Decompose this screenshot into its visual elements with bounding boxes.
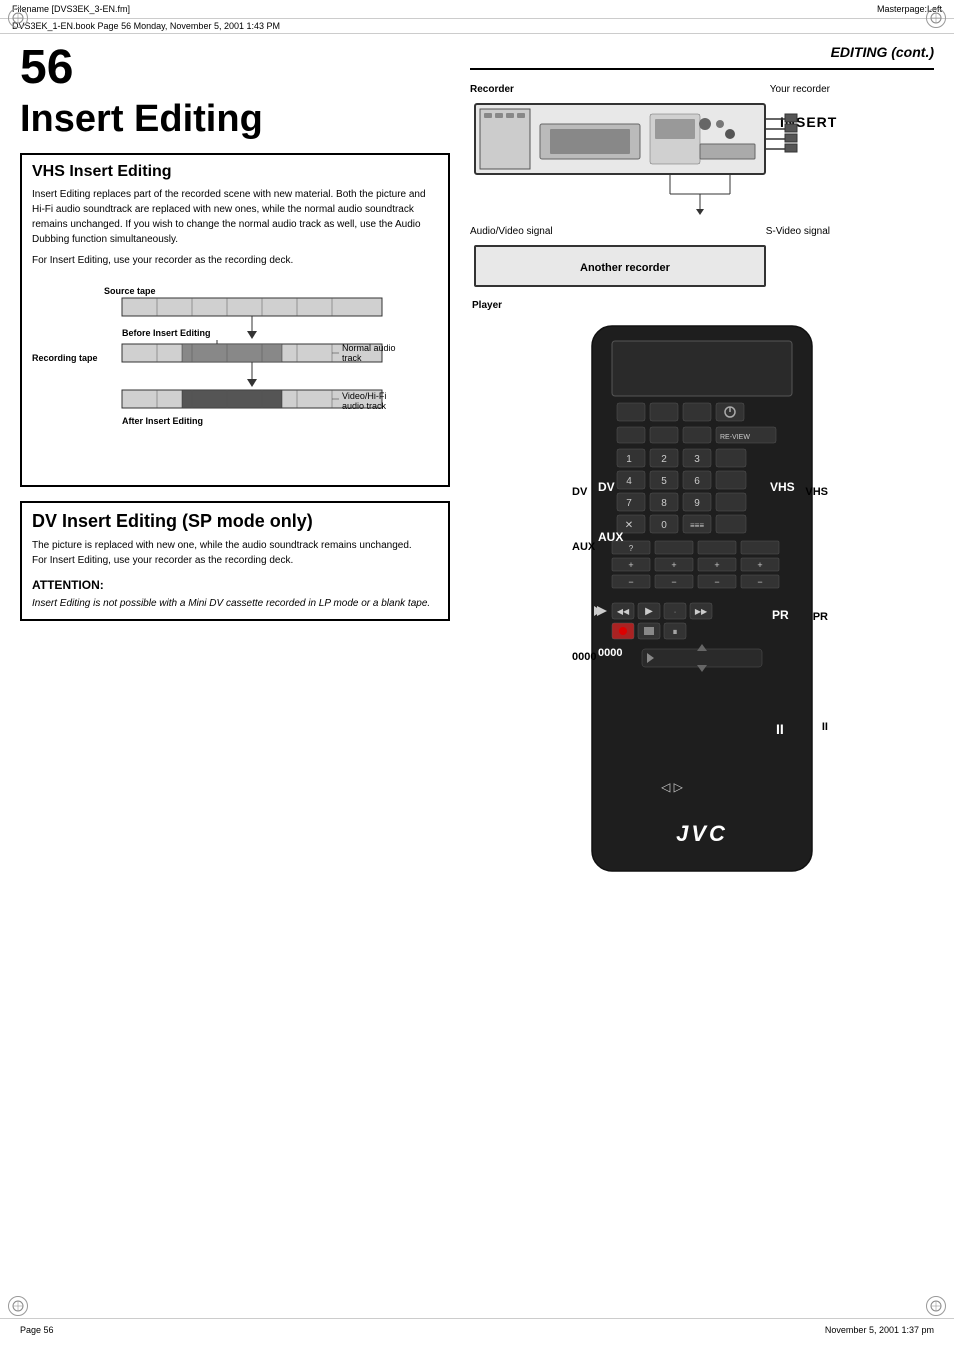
footer: Page 56 November 5, 2001 1:37 pm bbox=[0, 1318, 954, 1341]
vhs-section-body: Insert Editing replaces part of the reco… bbox=[32, 187, 438, 268]
sub-header: DVS3EK_1-EN.book Page 56 Monday, Novembe… bbox=[0, 19, 954, 34]
svg-text:Normal audio: Normal audio bbox=[342, 343, 396, 353]
svg-text:1: 1 bbox=[626, 454, 632, 465]
page-title: Insert Editing bbox=[20, 98, 450, 141]
attention-title: ATTENTION: bbox=[32, 576, 438, 594]
remote-area: DV VHS AUX PR 0000 II bbox=[470, 321, 934, 884]
recorder-label: Recorder bbox=[470, 84, 514, 95]
svg-text:−: − bbox=[757, 577, 762, 587]
svg-text:audio track: audio track bbox=[342, 401, 387, 411]
svg-text:Source tape: Source tape bbox=[104, 286, 156, 296]
reg-mark-bl bbox=[8, 1296, 28, 1316]
svg-text:−: − bbox=[671, 577, 676, 587]
reg-mark-br bbox=[926, 1296, 946, 1316]
svg-text:0000: 0000 bbox=[598, 647, 622, 659]
ii-label: II bbox=[822, 721, 828, 733]
recorder-box: INSERT bbox=[470, 99, 860, 222]
signal-labels: Audio/Video signal S-Video signal bbox=[470, 226, 830, 237]
remote-container: DV VHS AUX PR 0000 II bbox=[572, 321, 832, 884]
vhs-label: VHS bbox=[805, 486, 828, 498]
svg-text:RE-VIEW: RE-VIEW bbox=[720, 434, 750, 441]
svg-text:PR: PR bbox=[772, 608, 789, 622]
svg-text:5: 5 bbox=[661, 476, 667, 487]
attention-body: Insert Editing is not possible with a Mi… bbox=[32, 597, 438, 611]
tape-diagram: Source tape Recording tape bbox=[32, 276, 438, 469]
svg-text:7: 7 bbox=[626, 498, 632, 509]
svg-text:?: ? bbox=[629, 544, 634, 553]
header-bar: Filename [DVS3EK_3-EN.fm] Masterpage:Lef… bbox=[0, 0, 954, 19]
dv-section-box: DV Insert Editing (SP mode only) The pic… bbox=[20, 501, 450, 621]
right-column: EDITING (cont.) Recorder Your recorder bbox=[470, 44, 934, 884]
svg-text:After Insert Editing: After Insert Editing bbox=[122, 416, 203, 426]
page-container: 56 Insert Editing VHS Insert Editing Ins… bbox=[0, 34, 954, 894]
svg-text:+: + bbox=[757, 560, 762, 570]
your-recorder-label: Your recorder bbox=[770, 84, 830, 95]
editing-cont-header: EDITING (cont.) bbox=[470, 44, 934, 64]
svg-text:2: 2 bbox=[661, 454, 667, 465]
pr-label: PR bbox=[813, 611, 828, 623]
svg-text:▶: ▶ bbox=[645, 606, 653, 617]
audio-video-signal-label: Audio/Video signal bbox=[470, 226, 553, 237]
aux-label: AUX bbox=[572, 541, 595, 553]
dv-section-title: DV Insert Editing (SP mode only) bbox=[32, 511, 438, 532]
reg-mark-tr bbox=[926, 8, 946, 28]
svg-text:II: II bbox=[776, 721, 784, 737]
svg-text:▶▶: ▶▶ bbox=[695, 607, 708, 616]
vhs-section-box: VHS Insert Editing Insert Editing replac… bbox=[20, 153, 450, 487]
page-number: 56 bbox=[20, 44, 73, 92]
svg-text:VHS: VHS bbox=[770, 480, 795, 494]
book-ref-label: DVS3EK_1-EN.book Page 56 Monday, Novembe… bbox=[12, 21, 280, 31]
svg-text:Video/Hi-Fi: Video/Hi-Fi bbox=[342, 391, 386, 401]
footer-page-label: Page 56 bbox=[20, 1325, 54, 1335]
svg-text:Before Insert Editing: Before Insert Editing bbox=[122, 328, 211, 338]
svg-text:Recording tape: Recording tape bbox=[32, 353, 98, 363]
dv-label: DV bbox=[572, 486, 587, 498]
svg-text:+: + bbox=[628, 560, 633, 570]
svg-text:◀◀: ◀◀ bbox=[617, 607, 630, 616]
left-column: 56 Insert Editing VHS Insert Editing Ins… bbox=[20, 44, 450, 884]
svg-text:≡≡≡: ≡≡≡ bbox=[690, 521, 704, 530]
header-divider bbox=[470, 68, 934, 70]
filename-label: Filename [DVS3EK_3-EN.fm] bbox=[12, 4, 130, 14]
svg-text:8: 8 bbox=[661, 498, 667, 509]
player-area: Another recorder bbox=[470, 241, 860, 304]
svg-text:6: 6 bbox=[694, 476, 700, 487]
footer-timestamp: November 5, 2001 1:37 pm bbox=[825, 1325, 934, 1335]
svg-text:0: 0 bbox=[661, 520, 667, 531]
reg-mark-tl bbox=[8, 8, 28, 28]
svg-text:◁ ▷: ◁ ▷ bbox=[661, 780, 684, 794]
svg-text:−: − bbox=[714, 577, 719, 587]
svg-text:DV: DV bbox=[598, 480, 615, 494]
diagram-area: Recorder Your recorder bbox=[470, 74, 934, 311]
zero-label: 0000 bbox=[572, 651, 596, 663]
svg-text:Another recorder: Another recorder bbox=[580, 262, 671, 274]
svg-text:+: + bbox=[671, 560, 676, 570]
svg-text:9: 9 bbox=[694, 498, 700, 509]
svg-text:⏸: ⏸ bbox=[673, 627, 678, 638]
svg-text:✕: ✕ bbox=[625, 520, 633, 531]
svg-text:−: − bbox=[628, 577, 633, 587]
svg-text:+: + bbox=[714, 560, 719, 570]
vhs-section-title: VHS Insert Editing bbox=[32, 163, 438, 181]
svg-text:·: · bbox=[674, 609, 676, 616]
svg-text:4: 4 bbox=[626, 476, 632, 487]
s-video-signal-label: S-Video signal bbox=[766, 226, 830, 237]
svg-text:track: track bbox=[342, 353, 362, 363]
svg-text:AUX: AUX bbox=[598, 530, 623, 544]
svg-text:3: 3 bbox=[694, 454, 700, 465]
svg-text:JVC: JVC bbox=[676, 821, 728, 846]
player-label: Player bbox=[472, 300, 502, 311]
